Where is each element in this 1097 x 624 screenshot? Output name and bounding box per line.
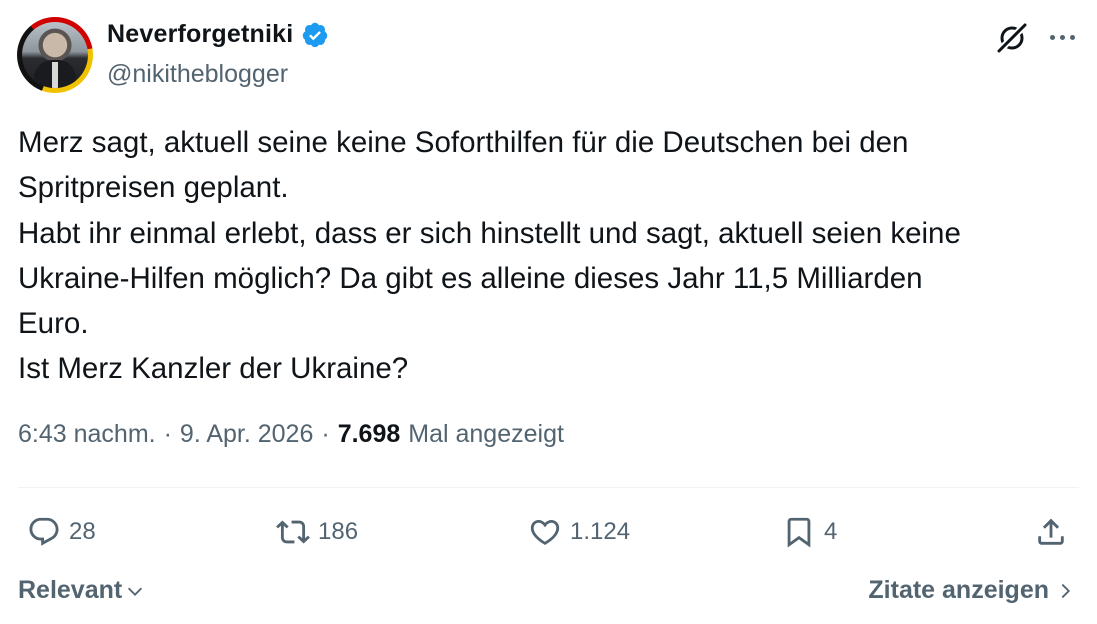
sort-label: Relevant xyxy=(18,576,123,604)
avatar-stripe xyxy=(52,62,58,88)
like-count: 1.124 xyxy=(570,518,631,545)
reply-count: 28 xyxy=(69,518,96,545)
reply-button[interactable]: 28 xyxy=(27,512,96,552)
post-text: Merz sagt, aktuell seine keine Soforthil… xyxy=(18,120,1083,392)
author-handle[interactable]: @nikitheblogger xyxy=(107,60,288,89)
divider xyxy=(18,487,1079,488)
grok-icon[interactable] xyxy=(996,22,1028,54)
more-dot xyxy=(1059,34,1065,40)
post-line: Euro. xyxy=(18,307,89,341)
avatar-frame[interactable] xyxy=(17,17,93,93)
chevron-right-icon xyxy=(1061,583,1071,598)
post-line: Merz sagt, aktuell seine keine Soforthil… xyxy=(18,126,909,159)
meta-separator: · xyxy=(163,420,172,448)
author-display-name[interactable]: Neverforgetniki xyxy=(107,20,293,49)
repost-icon xyxy=(276,520,310,544)
view-quotes-link[interactable]: Zitate anzeigen xyxy=(868,576,1075,605)
share-button[interactable] xyxy=(1034,512,1068,552)
post-meta: 6:43 nachm. · 9. Apr. 2026 · 7.698 Mal a… xyxy=(18,420,564,449)
bookmark-icon xyxy=(787,517,811,548)
action-bar: 28 186 1.124 4 xyxy=(0,512,1097,552)
author-row: Neverforgetniki xyxy=(107,20,329,49)
bookmark-button[interactable]: 4 xyxy=(782,512,837,552)
chevron-down-icon xyxy=(128,587,143,596)
repost-button[interactable]: 186 xyxy=(276,512,358,552)
post-date[interactable]: 9. Apr. 2026 xyxy=(180,420,313,449)
view-quotes-label: Zitate anzeigen xyxy=(868,576,1049,604)
verified-badge-icon[interactable] xyxy=(301,21,329,49)
like-icon xyxy=(530,519,560,545)
share-icon xyxy=(1038,518,1064,545)
like-button[interactable]: 1.124 xyxy=(528,512,630,552)
meta-separator: · xyxy=(321,420,330,448)
post-line: Spritpreisen geplant. xyxy=(18,171,289,205)
reply-icon xyxy=(29,517,59,546)
post-line: Ukraine-Hilfen möglich? Da gibt es allei… xyxy=(18,261,923,295)
view-count-label: Mal angezeigt xyxy=(408,420,564,448)
sort-dropdown[interactable]: Relevant xyxy=(18,576,146,605)
bookmark-count: 4 xyxy=(824,518,838,545)
avatar[interactable] xyxy=(22,22,88,88)
more-dot xyxy=(1069,34,1075,40)
post-line: Habt ihr einmal erlebt, dass er sich hin… xyxy=(18,216,961,250)
more-dot xyxy=(1049,34,1055,40)
post-time[interactable]: 6:43 nachm. xyxy=(18,420,156,449)
post-line: Ist Merz Kanzler der Ukraine? xyxy=(18,352,409,386)
more-icon[interactable] xyxy=(1045,22,1079,52)
view-count: 7.698 xyxy=(337,420,401,448)
repost-count: 186 xyxy=(318,518,359,545)
